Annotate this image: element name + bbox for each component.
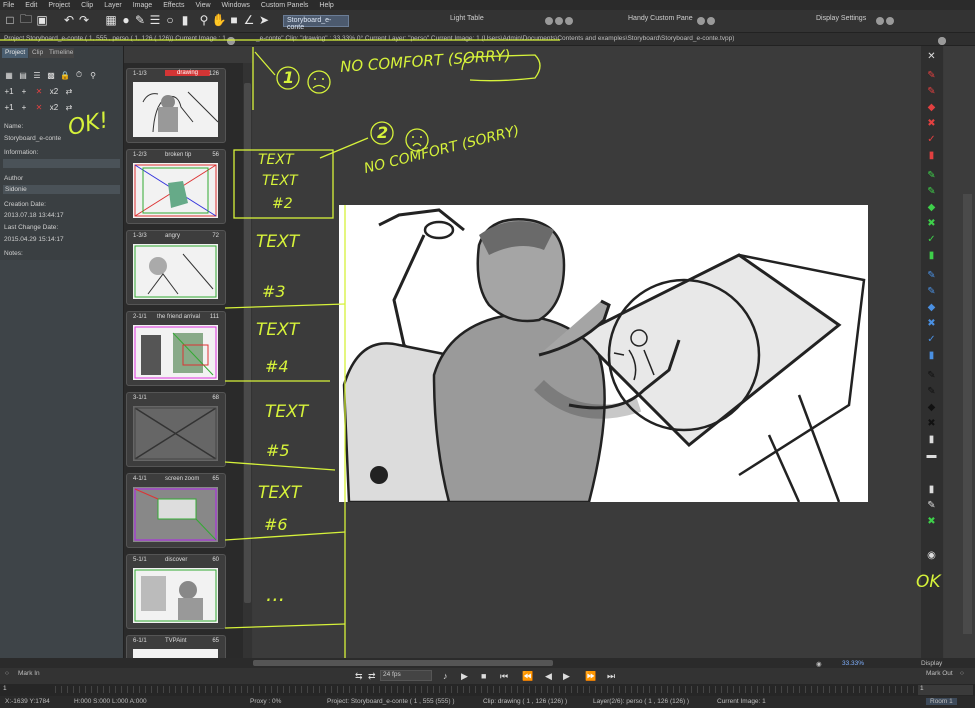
- last-frame-icon[interactable]: ⏭: [607, 671, 615, 682]
- zoom-value[interactable]: 33.33%: [842, 660, 864, 667]
- proxy-value: Proxy : 0%: [250, 698, 282, 705]
- frame-ruler[interactable]: 1 1: [0, 684, 975, 696]
- loop-icon[interactable]: ⇆: [355, 671, 363, 682]
- mark-out-icon[interactable]: ○: [960, 670, 964, 677]
- display-label[interactable]: Display: [921, 660, 942, 667]
- fps-selector[interactable]: 24 fps: [380, 670, 432, 681]
- annotation-ellipsis: ...: [266, 582, 286, 606]
- annotation-text2-line1: TEXT: [258, 152, 294, 168]
- status-layer: Layer(2/6): perso ( 1 , 126 (126) ): [593, 698, 690, 705]
- frame-start: 1: [3, 685, 7, 692]
- mark-out-label[interactable]: Mark Out: [926, 670, 953, 677]
- annotation-text6-line1: TEXT: [258, 483, 302, 503]
- cursor-coords: X:-1639 Y:1784: [5, 698, 50, 705]
- annotation-line-7: [224, 623, 346, 629]
- mark-in-label[interactable]: Mark In: [18, 670, 40, 677]
- annotation-text3-line1: TEXT: [256, 232, 300, 252]
- play-icon[interactable]: ▶: [461, 671, 468, 682]
- pingpong-icon[interactable]: ⇄: [368, 671, 376, 682]
- annotation-line-3: [224, 303, 346, 309]
- status-current-image: Current Image: 1: [717, 698, 766, 705]
- annotation-arrow-2: [319, 137, 369, 159]
- first-frame-icon[interactable]: ⏮: [500, 671, 508, 682]
- frame-end-field[interactable]: 1: [918, 685, 973, 695]
- frame-ticks[interactable]: [55, 686, 915, 693]
- room-selector[interactable]: Room 1: [926, 698, 957, 705]
- next-frame-icon[interactable]: ⏩: [585, 671, 596, 682]
- horizontal-scrollbar[interactable]: [253, 660, 553, 666]
- annotation-text2-line2: TEXT: [262, 173, 298, 189]
- mark-in-icon[interactable]: ○: [5, 670, 9, 677]
- annotation-ok-right: OK: [916, 572, 941, 592]
- annotation-text5-line2: #5: [266, 441, 290, 460]
- hsl-values: H:000 S:000 L:000 A:000: [74, 698, 147, 705]
- annotation-line-5: [224, 461, 336, 471]
- annotation-number-1: 1: [283, 68, 295, 87]
- annotation-text5-line1: TEXT: [265, 402, 309, 422]
- annotation-text3-line2: #3: [262, 282, 286, 301]
- annotation-text4-line1: TEXT: [256, 320, 300, 340]
- sad-face-1-icon: [307, 70, 331, 94]
- stop-icon[interactable]: ■: [481, 671, 486, 681]
- playback-bar: ○ Mark In Mark Out ○ ⇆ ⇄ 24 fps ♪ ▶ ■ ⏮ …: [0, 668, 975, 684]
- status-project: Project: Storyboard_e-conte ( 1 , 555 (5…: [327, 698, 455, 705]
- step-forward-icon[interactable]: ▶: [563, 671, 570, 682]
- timeline-scroll-row: ◉ 33.33% Display: [0, 658, 975, 668]
- annotation-arrow-1: [254, 51, 276, 76]
- status-bar: X:-1639 Y:1784 H:000 S:000 L:000 A:000 P…: [0, 696, 975, 708]
- annotation-overlay: [0, 39, 560, 660]
- sound-icon[interactable]: ♪: [443, 671, 448, 681]
- status-clip: Clip: drawing ( 1 , 126 (126) ): [483, 698, 568, 705]
- annotation-text4-line2: #4: [265, 357, 289, 376]
- prev-frame-icon[interactable]: ⏪: [522, 671, 533, 682]
- step-back-icon[interactable]: ◀: [545, 671, 552, 682]
- annotation-number-2: 2: [377, 123, 389, 142]
- annotation-text6-line2: #6: [264, 515, 288, 534]
- zoom-icon-bottom[interactable]: ◉: [816, 660, 822, 668]
- annotation-text2-line3: #2: [272, 196, 293, 212]
